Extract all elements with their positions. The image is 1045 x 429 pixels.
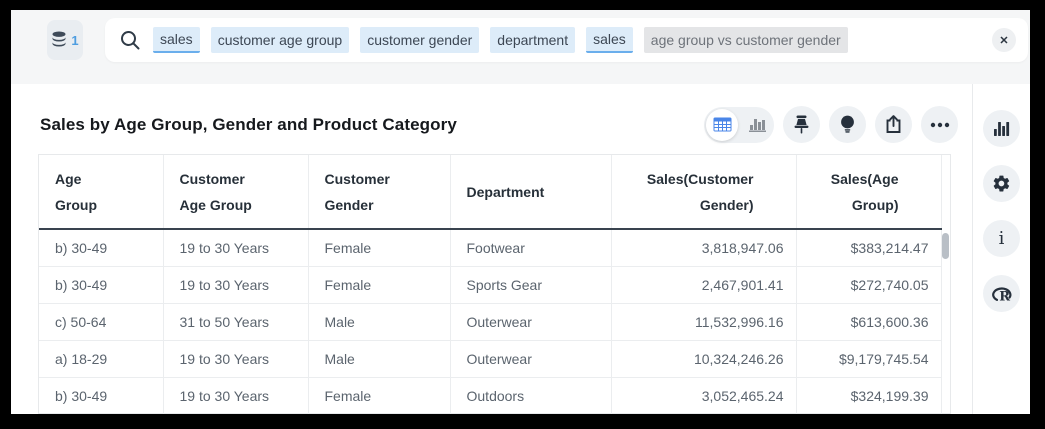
- table-cell[interactable]: $324,199.39: [796, 377, 941, 414]
- share-button[interactable]: [875, 106, 912, 143]
- table-view-icon[interactable]: [706, 109, 738, 141]
- column-header[interactable]: Customer Gender: [308, 155, 450, 229]
- answer-toolbar: [704, 106, 958, 143]
- info-button[interactable]: i: [983, 220, 1020, 257]
- table-cell[interactable]: 3,818,947.06: [611, 229, 796, 266]
- table-cell[interactable]: Male: [308, 303, 450, 340]
- close-icon[interactable]: ✕: [992, 28, 1016, 52]
- table-cell[interactable]: $272,740.05: [796, 266, 941, 303]
- results-table: Age GroupCustomer Age GroupCustomer Gend…: [39, 155, 942, 414]
- info-icon: i: [999, 228, 1005, 249]
- search-icon: [119, 29, 141, 51]
- insights-bulb-icon: [840, 115, 855, 134]
- table-cell[interactable]: b) 30-49: [39, 229, 163, 266]
- app-window: 1 sales customer age group customer gender…: [11, 10, 1030, 414]
- table-row: b) 30-4919 to 30 YearsFemaleFootwear3,81…: [39, 229, 941, 266]
- table-cell[interactable]: Female: [308, 266, 450, 303]
- table-cell[interactable]: $613,600.36: [796, 303, 941, 340]
- results-table-container: Age GroupCustomer Age GroupCustomer Gend…: [38, 154, 951, 414]
- search-token-3[interactable]: department: [490, 27, 575, 53]
- column-header[interactable]: Customer Age Group: [163, 155, 308, 229]
- table-cell[interactable]: $383,214.47: [796, 229, 941, 266]
- insights-button[interactable]: [829, 106, 866, 143]
- answer-content: Sales by Age Group, Gender and Product C…: [11, 84, 972, 414]
- table-row: b) 30-4919 to 30 YearsFemaleSports Gear2…: [39, 266, 941, 303]
- table-scrollbar-thumb[interactable]: [942, 233, 949, 259]
- table-row: b) 30-4919 to 30 YearsFemaleOutdoors3,05…: [39, 377, 941, 414]
- settings-gear-icon: [992, 174, 1011, 193]
- table-body: b) 30-4919 to 30 YearsFemaleFootwear3,81…: [39, 229, 941, 414]
- search-token-5[interactable]: age group vs customer gender: [644, 27, 848, 53]
- search-token-0[interactable]: sales: [153, 27, 200, 53]
- table-cell[interactable]: Sports Gear: [450, 266, 611, 303]
- column-header[interactable]: Department: [450, 155, 611, 229]
- column-header[interactable]: Sales(Customer Gender): [611, 155, 796, 229]
- table-cell[interactable]: b) 30-49: [39, 377, 163, 414]
- database-icon: [51, 31, 67, 49]
- column-header[interactable]: Sales(Age Group): [796, 155, 941, 229]
- search-token-4[interactable]: sales: [586, 27, 633, 53]
- data-source-button[interactable]: 1: [47, 20, 83, 60]
- chart-view-icon[interactable]: [749, 107, 767, 143]
- search-token-1[interactable]: customer age group: [211, 27, 350, 53]
- view-toggle[interactable]: [704, 107, 774, 143]
- table-cell[interactable]: $9,179,745.54: [796, 340, 941, 377]
- settings-button[interactable]: [983, 165, 1020, 202]
- table-cell[interactable]: 19 to 30 Years: [163, 229, 308, 266]
- table-cell[interactable]: Female: [308, 377, 450, 414]
- table-cell[interactable]: Outerwear: [450, 303, 611, 340]
- pin-icon: [793, 115, 810, 134]
- table-cell[interactable]: a) 18-29: [39, 340, 163, 377]
- table-cell[interactable]: 19 to 30 Years: [163, 377, 308, 414]
- search-bar[interactable]: sales customer age group customer gender de…: [105, 18, 1028, 62]
- search-topbar: 1 sales customer age group customer gender…: [11, 10, 1030, 84]
- page-title: Sales by Age Group, Gender and Product C…: [40, 115, 457, 135]
- table-cell[interactable]: 11,532,996.16: [611, 303, 796, 340]
- share-icon: [885, 115, 902, 134]
- r-analysis-icon: R: [991, 284, 1013, 303]
- right-icon-rail: i R: [972, 84, 1030, 414]
- table-cell[interactable]: 2,467,901.41: [611, 266, 796, 303]
- table-row: c) 50-6431 to 50 YearsMaleOuterwear11,53…: [39, 303, 941, 340]
- more-ellipsis-icon: [930, 122, 950, 128]
- table-cell[interactable]: 10,324,246.26: [611, 340, 796, 377]
- table-cell[interactable]: 19 to 30 Years: [163, 266, 308, 303]
- main-area: Sales by Age Group, Gender and Product C…: [11, 84, 1030, 414]
- table-cell[interactable]: b) 30-49: [39, 266, 163, 303]
- chart-panel-button[interactable]: [983, 110, 1020, 147]
- search-token-2[interactable]: customer gender: [360, 27, 479, 53]
- table-cell[interactable]: Male: [308, 340, 450, 377]
- table-cell[interactable]: Outdoors: [450, 377, 611, 414]
- table-cell[interactable]: c) 50-64: [39, 303, 163, 340]
- table-cell[interactable]: 31 to 50 Years: [163, 303, 308, 340]
- table-cell[interactable]: 19 to 30 Years: [163, 340, 308, 377]
- table-cell[interactable]: Footwear: [450, 229, 611, 266]
- table-row: a) 18-2919 to 30 YearsMaleOuterwear10,32…: [39, 340, 941, 377]
- search-token-list: sales customer age group customer gender de…: [153, 27, 992, 53]
- more-button[interactable]: [921, 106, 958, 143]
- table-cell[interactable]: 3,052,465.24: [611, 377, 796, 414]
- svg-text:R: R: [999, 290, 1010, 304]
- data-source-count: 1: [71, 33, 78, 48]
- pin-button[interactable]: [783, 106, 820, 143]
- table-cell[interactable]: Outerwear: [450, 340, 611, 377]
- chart-panel-icon: [993, 120, 1010, 137]
- table-header-row: Age GroupCustomer Age GroupCustomer Gend…: [39, 155, 941, 229]
- table-cell[interactable]: Female: [308, 229, 450, 266]
- column-header[interactable]: Age Group: [39, 155, 163, 229]
- r-analysis-button[interactable]: R: [983, 275, 1020, 312]
